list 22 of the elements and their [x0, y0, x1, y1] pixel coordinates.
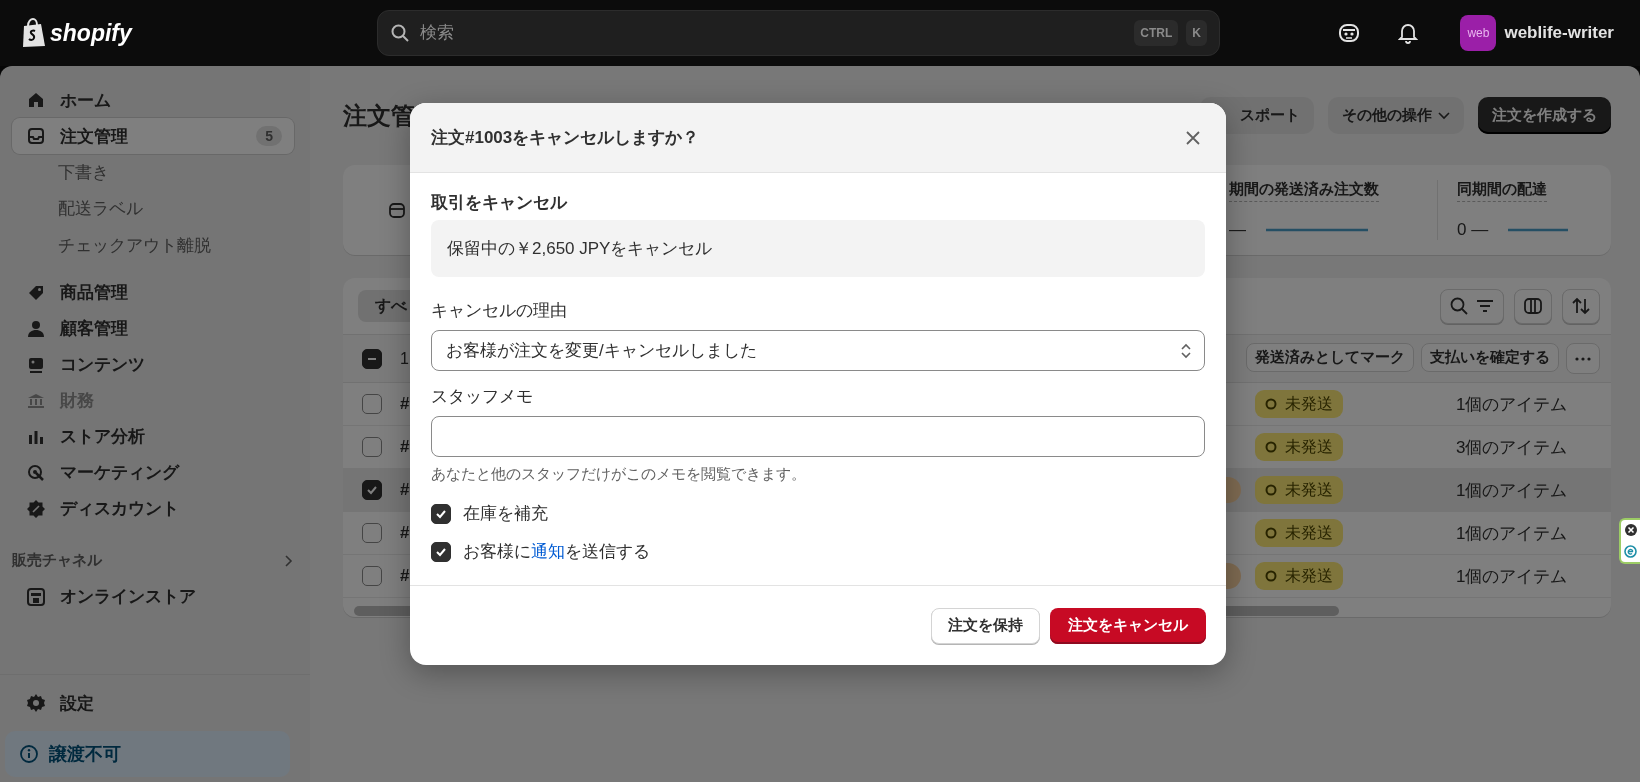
table-cell-text: 1個のアイテム: [1456, 565, 1568, 588]
selection-count: 1: [400, 349, 409, 368]
section-title: 販売チャネル: [12, 551, 102, 570]
table-cell-text: 1個のアイテム: [1456, 522, 1568, 545]
stat-value: 0 —: [1457, 220, 1489, 240]
section-title: 取引をキャンセル: [431, 192, 569, 214]
shortcut-key: K: [1186, 20, 1207, 46]
fulfillment-badge: 未発送: [1255, 433, 1343, 461]
count-badge: 5: [256, 126, 282, 146]
fulfillment-badge: 未発送: [1255, 390, 1343, 418]
field-label: スタッフメモ: [431, 386, 534, 408]
dialog-title: 注文#1003をキャンセルしますか？: [431, 127, 700, 149]
transaction-box: 保留中の￥2,650 JPYをキャンセル: [431, 220, 1205, 277]
table-cell-text: 3個のアイテム: [1456, 436, 1568, 459]
fulfillment-badge: 未発送: [1255, 519, 1343, 547]
help-text: あなたと他のスタッフだけがこのメモを閲覧できます。: [431, 465, 807, 484]
fulfillment-badge: 未発送: [1255, 562, 1343, 590]
fulfillment-badge: 未発送: [1255, 476, 1343, 504]
table-cell-text: 1個のアイテム: [1456, 393, 1568, 416]
table-cell-text: 1個のアイテム: [1456, 479, 1568, 502]
stat-value: —: [1229, 220, 1246, 240]
shortcut-key: CTRL: [1134, 20, 1179, 46]
